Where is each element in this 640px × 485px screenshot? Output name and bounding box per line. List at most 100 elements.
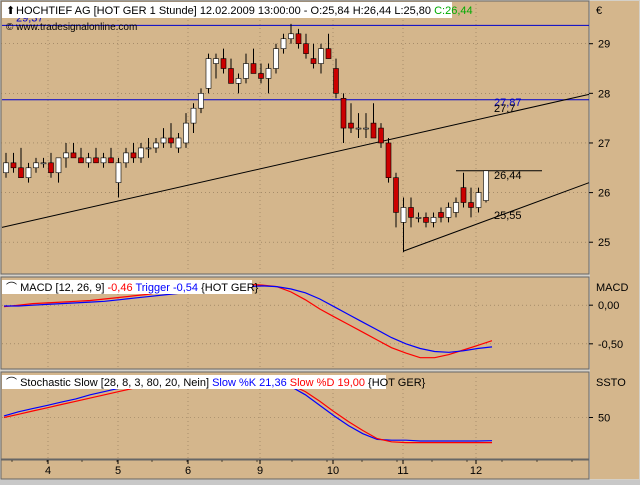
macd-title: MACD [12, 26, 9] [20, 282, 104, 294]
candle-body [273, 48, 279, 69]
candle-body [55, 157, 62, 174]
candle-body [370, 122, 377, 139]
candle-body [445, 207, 452, 218]
macd-axis-title: MACD [596, 282, 628, 294]
candle-body [378, 127, 384, 144]
x-axis-label: 9 [257, 465, 263, 477]
candle[interactable] [205, 53, 212, 94]
price-annotation: 25,55 [494, 210, 522, 222]
macd-y-tick-label: -0,50 [598, 339, 623, 351]
candle-body [168, 137, 174, 144]
price-annotation: 27,7 [494, 103, 515, 115]
chart-window: 29,37 27,87 27,7 26,44 25,55 4 5 6 9 10 11 12 25 26 2… [0, 0, 640, 480]
price-annotation: 26,44 [494, 170, 522, 182]
header-symbol: HOCHTIEF AG [HOT GER 1 Stunde] [16, 5, 197, 17]
candle-body [438, 212, 444, 218]
price-y-tick-label: 26 [598, 188, 610, 200]
candle-body [228, 68, 234, 84]
candle-body [333, 68, 339, 94]
stoch-legend: ⌒ Stochastic Slow [28, 8, 3, 80, 20, Nei… [6, 376, 426, 389]
price-y-tick-label: 29 [598, 39, 610, 51]
candle-body [423, 217, 429, 223]
candle-body [393, 177, 399, 213]
header-datetime: 12.02.2009 13:00:00 [200, 5, 301, 17]
stoch-suffix: {HOT GER} [368, 377, 426, 389]
candle-body [325, 48, 332, 59]
stoch-k-name: Slow %K [212, 377, 257, 389]
candle-body [138, 147, 144, 159]
candle-body [100, 157, 107, 164]
candle-body [475, 192, 482, 208]
close-price-marker: ⬆ [6, 5, 15, 17]
watermark: © www.tradesignalonline.com [6, 22, 137, 33]
price-y-tick-label: 27 [598, 138, 610, 150]
candle-body [220, 58, 227, 69]
candle-body [265, 68, 272, 79]
candle-body [145, 147, 152, 150]
candle-body [153, 142, 159, 149]
candle-body [303, 43, 309, 54]
x-axis-label: 10 [327, 465, 339, 477]
candle-body [123, 152, 129, 164]
header-low: L:25,80 [394, 5, 431, 17]
stoch-d-name: Slow %D [290, 377, 335, 389]
candle-body [33, 162, 39, 169]
x-axis-strip [0, 459, 590, 480]
header-legend: HOCHTIEF AG [HOT GER 1 Stunde] 12.02.200… [16, 5, 473, 17]
trigger-value: -0,54 [173, 282, 198, 294]
currency-label: € [596, 5, 602, 17]
candle-body [295, 33, 302, 45]
candle-body [288, 33, 294, 40]
macd-value: -0,46 [108, 282, 133, 294]
header-high: H:26,44 [353, 5, 392, 17]
candle-body [468, 202, 474, 208]
candle-body [3, 162, 9, 174]
candle-body [280, 38, 287, 49]
candle-body [400, 207, 407, 223]
candle-body [85, 157, 92, 164]
macd-suffix: {HOT GER} [201, 282, 259, 294]
x-axis-label: 4 [45, 465, 51, 477]
candle-body [175, 137, 182, 149]
stoch-axis-title: SSTO [596, 377, 626, 389]
candle-body [235, 78, 242, 84]
stoch-d-value: 19,00 [337, 377, 365, 389]
macd-legend: ⌒ MACD [12, 26, 9] -0,46 Trigger -0,54 {… [6, 281, 259, 294]
candle-body [18, 167, 24, 179]
candle-body [250, 63, 257, 74]
price-y-tick-label: 28 [598, 88, 610, 100]
x-axis-label: 5 [115, 465, 121, 477]
x-axis-label: 6 [185, 465, 191, 477]
candle-body [10, 162, 17, 169]
candle[interactable] [483, 170, 489, 203]
candle-body [318, 48, 324, 64]
stoch-k-value: 21,36 [259, 377, 287, 389]
x-axis-label: 11 [397, 465, 408, 477]
trigger-name: Trigger [135, 282, 170, 294]
candle-body [430, 217, 437, 223]
candle-body [130, 152, 137, 159]
candle-body [355, 127, 362, 130]
candle-body [415, 217, 422, 219]
candle-body [115, 162, 122, 183]
stoch-y-tick-label: 50 [598, 413, 610, 425]
candle-body [63, 152, 69, 159]
candle-body [205, 58, 212, 89]
candle-body [70, 152, 77, 159]
macd-y-tick-label: 0,00 [598, 300, 619, 312]
candle-body [460, 187, 467, 203]
header-close: C:26,44 [434, 5, 473, 17]
candle-body [183, 122, 189, 144]
chart-canvas[interactable]: 29,3727,8727,726,4425,55 4 5 6 9 10 11 1225262… [0, 0, 640, 480]
candle-body [25, 167, 32, 179]
candle[interactable] [385, 138, 392, 183]
price-pane[interactable] [0, 0, 590, 275]
price-y-tick-label: 25 [598, 237, 610, 249]
candle-body [363, 127, 369, 130]
header-open: O:25,84 [311, 5, 350, 17]
candle-body [310, 58, 317, 64]
candle-body [453, 202, 459, 213]
x-axis-label: 12 [470, 465, 482, 477]
candle-body [190, 107, 197, 124]
candle-body [385, 142, 392, 179]
